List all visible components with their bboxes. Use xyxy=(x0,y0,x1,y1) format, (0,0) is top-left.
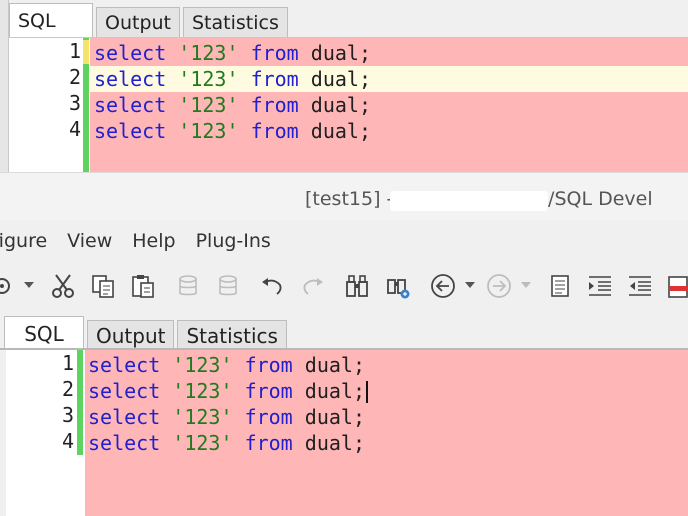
forward-icon xyxy=(485,272,513,300)
sql-editor[interactable]: 1 2 3 4 select '123' from dual; select '… xyxy=(9,37,688,173)
plsql-developer-window: [test15] - adm@CELL - PL/SQL Devel figur… xyxy=(0,172,688,516)
menu-view[interactable]: View xyxy=(67,230,112,252)
bottom-tab-strip: SQL Output Statistics xyxy=(4,316,290,350)
identifier: dual; xyxy=(310,93,371,117)
keyword: from xyxy=(250,41,299,65)
redacted-region xyxy=(390,191,548,211)
line-number-gutter: 1 2 3 4 xyxy=(6,350,74,454)
cut-icon[interactable] xyxy=(49,272,77,300)
identifier: dual; xyxy=(310,119,371,143)
tab-sql[interactable]: SQL xyxy=(9,3,93,37)
text-caret xyxy=(366,381,368,403)
keyword: select xyxy=(94,67,167,91)
top-tab-strip: SQL Output Statistics xyxy=(9,3,291,37)
identifier: dual; xyxy=(304,405,365,429)
keyword: select xyxy=(88,405,161,429)
identifier: dual; xyxy=(310,41,371,65)
string-literal: '123' xyxy=(172,353,233,377)
document-icon[interactable] xyxy=(546,272,574,300)
code-area[interactable]: select '123' from dual; select '123' fro… xyxy=(85,350,688,516)
keyword: select xyxy=(88,431,161,455)
binoculars-icon[interactable] xyxy=(343,272,371,300)
line-number: 2 xyxy=(61,377,74,401)
sql-editor[interactable]: 1 2 3 4 select '123' from dual; select '… xyxy=(6,350,688,516)
unindent-icon[interactable] xyxy=(626,272,654,300)
menu-help[interactable]: Help xyxy=(132,230,175,252)
string-literal: '123' xyxy=(178,119,239,143)
tab-output[interactable]: Output xyxy=(87,320,175,350)
line-number: 4 xyxy=(68,117,81,141)
keyword: select xyxy=(88,353,161,377)
menu-configure[interactable]: figure xyxy=(0,230,47,252)
line-number: 3 xyxy=(61,403,74,427)
keyword: from xyxy=(244,405,293,429)
keyword: from xyxy=(244,379,293,403)
tab-statistics[interactable]: Statistics xyxy=(183,7,288,37)
back-icon[interactable] xyxy=(429,272,457,300)
indent-icon[interactable] xyxy=(586,272,614,300)
chevron-down-icon xyxy=(521,282,531,288)
keyword: select xyxy=(88,379,161,403)
code-line[interactable]: select '123' from dual; xyxy=(85,404,688,430)
keyword: select xyxy=(94,41,167,65)
code-line[interactable]: select '123' from dual; xyxy=(90,40,688,66)
code-line[interactable]: select '123' from dual; xyxy=(85,378,688,404)
line-number: 1 xyxy=(68,39,81,63)
line-number: 1 xyxy=(61,351,74,375)
undo-icon[interactable] xyxy=(258,272,286,300)
background-editor-window: SQL Output Statistics 1 2 3 4 select '12… xyxy=(0,0,688,173)
keyword: from xyxy=(244,353,293,377)
string-literal: '123' xyxy=(172,405,233,429)
modified-lines-marker xyxy=(77,350,83,455)
string-literal: '123' xyxy=(178,67,239,91)
toolbar xyxy=(0,264,688,308)
menu-plug-ins[interactable]: Plug-Ins xyxy=(196,230,271,252)
tab-output[interactable]: Output xyxy=(96,7,180,37)
title-bar[interactable]: [test15] - adm@CELL - PL/SQL Devel xyxy=(0,172,688,220)
string-literal: '123' xyxy=(172,431,233,455)
code-line[interactable]: select '123' from dual; xyxy=(85,352,688,378)
identifier: dual; xyxy=(304,353,365,377)
tab-statistics[interactable]: Statistics xyxy=(177,320,287,350)
redo-icon xyxy=(299,272,327,300)
string-literal: '123' xyxy=(172,379,233,403)
line-number-gutter: 1 2 3 4 xyxy=(9,38,81,142)
keyword: from xyxy=(250,67,299,91)
string-literal: '123' xyxy=(178,93,239,117)
key-icon[interactable] xyxy=(0,272,20,300)
keyword: from xyxy=(250,119,299,143)
identifier: dual; xyxy=(304,431,365,455)
code-line-current[interactable]: select '123' from dual; xyxy=(90,66,688,92)
line-number: 2 xyxy=(68,65,81,89)
code-line[interactable]: select '123' from dual; xyxy=(85,430,688,456)
identifier: dual; xyxy=(304,379,365,403)
db-disabled-icon xyxy=(174,272,202,300)
code-area[interactable]: select '123' from dual; select '123' fro… xyxy=(90,38,688,173)
current-line-marker xyxy=(83,40,89,64)
code-line[interactable]: select '123' from dual; xyxy=(90,118,688,144)
chevron-down-icon[interactable] xyxy=(465,282,475,288)
chevron-down-icon[interactable] xyxy=(24,282,34,288)
identifier: dual; xyxy=(310,67,371,91)
line-number: 4 xyxy=(61,429,74,453)
menu-bar: figure View Help Plug-Ins xyxy=(0,224,291,258)
string-literal: '123' xyxy=(178,41,239,65)
keyword: select xyxy=(94,119,167,143)
db-disabled-icon-2 xyxy=(214,272,242,300)
clipboard-icon[interactable] xyxy=(664,272,688,300)
copy-icon[interactable] xyxy=(89,272,117,300)
tab-sql[interactable]: SQL xyxy=(4,316,84,350)
paste-icon[interactable] xyxy=(129,272,157,300)
modified-lines-marker xyxy=(83,38,89,173)
keyword: from xyxy=(244,431,293,455)
left-panel-edge xyxy=(0,0,9,172)
code-line[interactable]: select '123' from dual; xyxy=(90,92,688,118)
keyword: from xyxy=(250,93,299,117)
keyword: select xyxy=(94,93,167,117)
line-number: 3 xyxy=(68,91,81,115)
binoculars-replace-icon[interactable] xyxy=(384,272,412,300)
